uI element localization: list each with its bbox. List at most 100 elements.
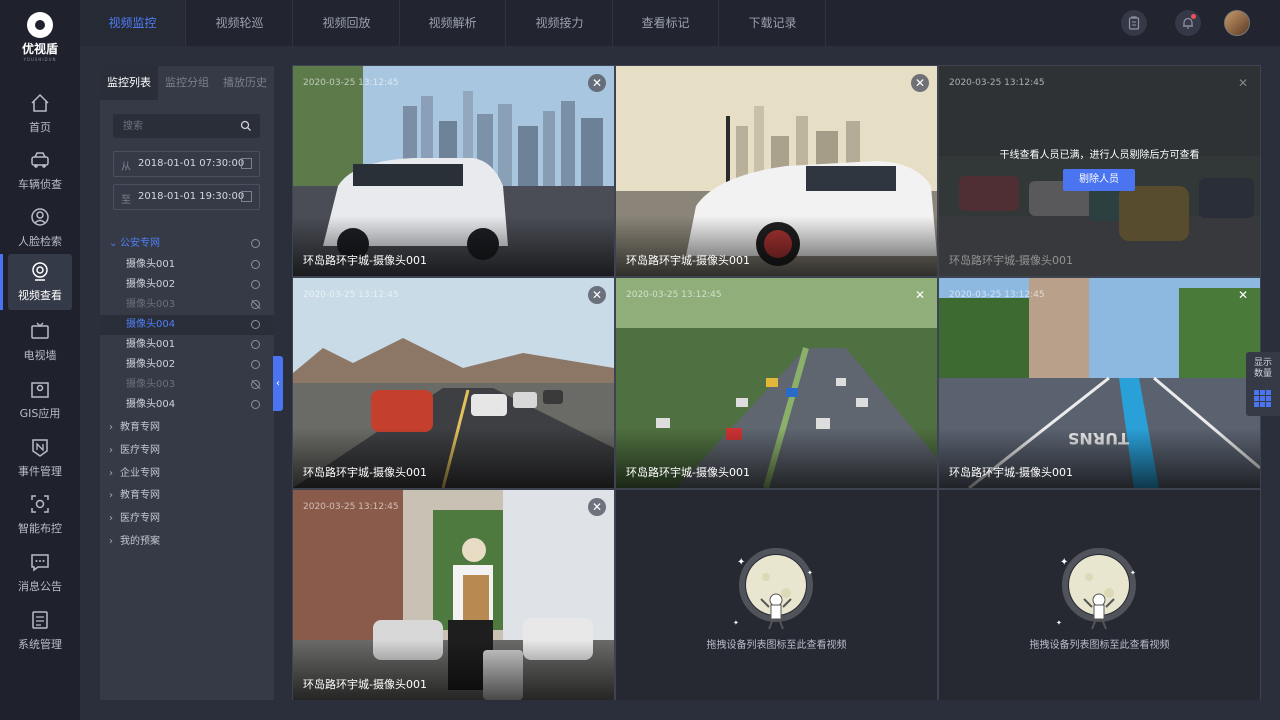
close-icon: ✕ [591, 76, 603, 90]
tab-monitor-list[interactable]: 监控列表 [100, 66, 158, 100]
nav-label: 系统管理 [18, 638, 62, 651]
svg-text:✦: ✦ [1130, 569, 1136, 577]
end-datetime-value: 2018-01-01 19:30:00 [138, 191, 245, 202]
tree-group-open[interactable]: ⌄ 公安专网 [100, 234, 274, 254]
end-label: 至 [121, 195, 131, 206]
nav-item-gis[interactable]: GIS应用 [8, 372, 72, 428]
nav-item-system[interactable]: 系统管理 [8, 603, 72, 659]
chevron-right-icon: › [109, 468, 113, 479]
video-cell-empty[interactable]: ✦ ✦ ✦ 拖拽设备列表图标至此查看视频 [616, 490, 937, 700]
chevron-left-icon: ‹ [276, 378, 280, 389]
search-input[interactable] [113, 114, 260, 138]
close-icon: ✕ [914, 288, 926, 302]
tv-icon [31, 322, 49, 339]
tab-video-analysis[interactable]: 视频解析 [400, 0, 506, 46]
tree-camera-item[interactable]: 摄像头003 [100, 295, 274, 315]
video-cell[interactable]: 2020-03-25 13:12:45 环岛路环宇城-摄像头001 ✕ [293, 278, 614, 488]
tab-video-monitor[interactable]: 视频监控 [80, 0, 186, 46]
nav-label: 事件管理 [18, 465, 62, 478]
tree-camera-item[interactable]: 摄像头001 [100, 335, 274, 355]
calendar-icon[interactable] [241, 158, 252, 169]
calendar-icon[interactable] [241, 191, 252, 202]
tab-video-relay[interactable]: 视频接力 [507, 0, 613, 46]
camera-label: 摄像头003 [126, 299, 176, 310]
search-icon[interactable] [240, 120, 252, 132]
tree-group[interactable]: › 我的预案 [100, 532, 274, 552]
tree-camera-item[interactable]: 摄像头004 [100, 395, 274, 415]
camera-online-icon [251, 280, 260, 289]
tab-video-playback[interactable]: 视频回放 [294, 0, 400, 46]
video-camera-name: 环岛路环宇城-摄像头001 [626, 254, 750, 267]
tree-group[interactable]: › 教育专网 [100, 486, 274, 506]
close-video-button[interactable]: ✕ [911, 74, 929, 92]
layout-count-button[interactable]: 显示 数量 [1246, 352, 1280, 416]
tab-play-history[interactable]: 播放历史 [216, 66, 274, 100]
end-datetime-field[interactable]: 至 2018-01-01 19:30:00 [113, 184, 260, 210]
tab-download-records[interactable]: 下载记录 [720, 0, 826, 46]
nav-item-tvwall[interactable]: 电视墙 [8, 314, 72, 370]
close-video-button[interactable]: ✕ [1234, 286, 1252, 304]
tree-camera-item-selected[interactable]: 摄像头004 [100, 315, 274, 335]
camera-offline-icon [251, 380, 260, 389]
video-cell[interactable]: 2020-03-25 13:12:45 环岛路环宇城-摄像头001 ✕ [293, 66, 614, 276]
svg-text:✦: ✦ [807, 569, 813, 577]
astronaut-moon-icon: ✦ ✦ ✦ [1056, 548, 1136, 630]
tree-camera-item[interactable]: 摄像头002 [100, 275, 274, 295]
tree-camera-item[interactable]: 摄像头002 [100, 355, 274, 375]
tab-view-marks[interactable]: 查看标记 [613, 0, 719, 46]
tree-group[interactable]: › 医疗专网 [100, 509, 274, 529]
side-nav: 优视盾 YOUSHIDUN 首页 车辆侦查 人脸检索 视频查看 电视墙 GIS应… [0, 0, 80, 720]
nav-item-video[interactable]: 视频查看 [0, 254, 72, 310]
video-cell[interactable]: 2020-03-25 13:12:45 环岛路环宇城-摄像头001 ✕ [616, 278, 937, 488]
close-video-button[interactable]: ✕ [588, 286, 606, 304]
camera-label: 摄像头004 [126, 319, 176, 330]
close-video-button[interactable]: ✕ [911, 286, 929, 304]
tree-group-label: 我的预案 [120, 536, 160, 547]
close-video-button[interactable]: ✕ [588, 74, 606, 92]
clipboard-button[interactable] [1121, 10, 1147, 36]
panel-tabs: 监控列表 监控分组 播放历史 [100, 66, 274, 100]
video-cell-full[interactable]: 2020-03-25 13:12:45 干线查看人员已满，进行人员剔除后方可查看… [939, 66, 1260, 276]
nav-label: GIS应用 [19, 407, 61, 420]
video-timestamp: 2020-03-25 13:12:45 [949, 78, 1045, 88]
close-video-button[interactable]: ✕ [1234, 74, 1252, 92]
svg-text:✦: ✦ [1060, 557, 1068, 568]
nav-item-message[interactable]: 消息公告 [8, 545, 72, 601]
tree-group[interactable]: › 教育专网 [100, 418, 274, 438]
close-icon: ✕ [1237, 76, 1249, 90]
video-cell-empty[interactable]: ✦ ✦ ✦ 拖拽设备列表图标至此查看视频 [939, 490, 1260, 700]
nav-item-event[interactable]: 事件管理 [8, 430, 72, 486]
layout-count-label-2: 数量 [1253, 369, 1272, 379]
app-name: 优视盾 [21, 42, 58, 56]
nav-item-smart[interactable]: 智能布控 [8, 487, 72, 543]
video-timestamp: 2020-03-25 13:12:45 [949, 290, 1045, 300]
camera-online-icon [251, 400, 260, 409]
video-timestamp: 2020-03-25 13:12:45 [626, 290, 722, 300]
tree-group-label: 教育专网 [120, 422, 160, 433]
close-video-button[interactable]: ✕ [588, 498, 606, 516]
tree-camera-item[interactable]: 摄像头001 [100, 255, 274, 275]
tab-monitor-group[interactable]: 监控分组 [158, 66, 216, 100]
camera-label: 摄像头004 [126, 399, 176, 410]
kick-viewers-button[interactable]: 剔除人员 [1063, 169, 1135, 191]
video-cell[interactable]: TURNS 2020-03-25 13:12:45 环岛路环宇城-摄像头001 … [939, 278, 1260, 488]
video-cell[interactable]: 环岛路环宇城-摄像头001 ✕ [616, 66, 937, 276]
nav-item-home[interactable]: 首页 [8, 86, 72, 142]
nav-item-face[interactable]: 人脸检索 [8, 200, 72, 256]
tree-group[interactable]: › 企业专网 [100, 464, 274, 484]
empty-cell-tip: 拖拽设备列表图标至此查看视频 [1029, 640, 1170, 651]
home-icon [31, 93, 49, 112]
start-datetime-field[interactable]: 从 2018-01-01 07:30:00 [113, 151, 260, 177]
video-camera-name: 环岛路环宇城-摄像头001 [303, 466, 427, 479]
nav-item-vehicle[interactable]: 车辆侦查 [8, 143, 72, 199]
video-cell[interactable]: 2020-03-25 13:12:45 环岛路环宇城-摄像头001 ✕ [293, 490, 614, 700]
panel-collapse-button[interactable]: ‹ [273, 356, 283, 411]
video-camera-name: 环岛路环宇城-摄像头001 [949, 466, 1073, 479]
avatar[interactable] [1224, 10, 1250, 36]
tree-group[interactable]: › 医疗专网 [100, 441, 274, 461]
svg-text:✦: ✦ [733, 619, 739, 627]
tab-video-patrol[interactable]: 视频轮巡 [187, 0, 293, 46]
notification-button[interactable] [1175, 10, 1201, 36]
video-camera-name: 环岛路环宇城-摄像头001 [949, 254, 1073, 267]
tree-camera-item[interactable]: 摄像头003 [100, 375, 274, 395]
